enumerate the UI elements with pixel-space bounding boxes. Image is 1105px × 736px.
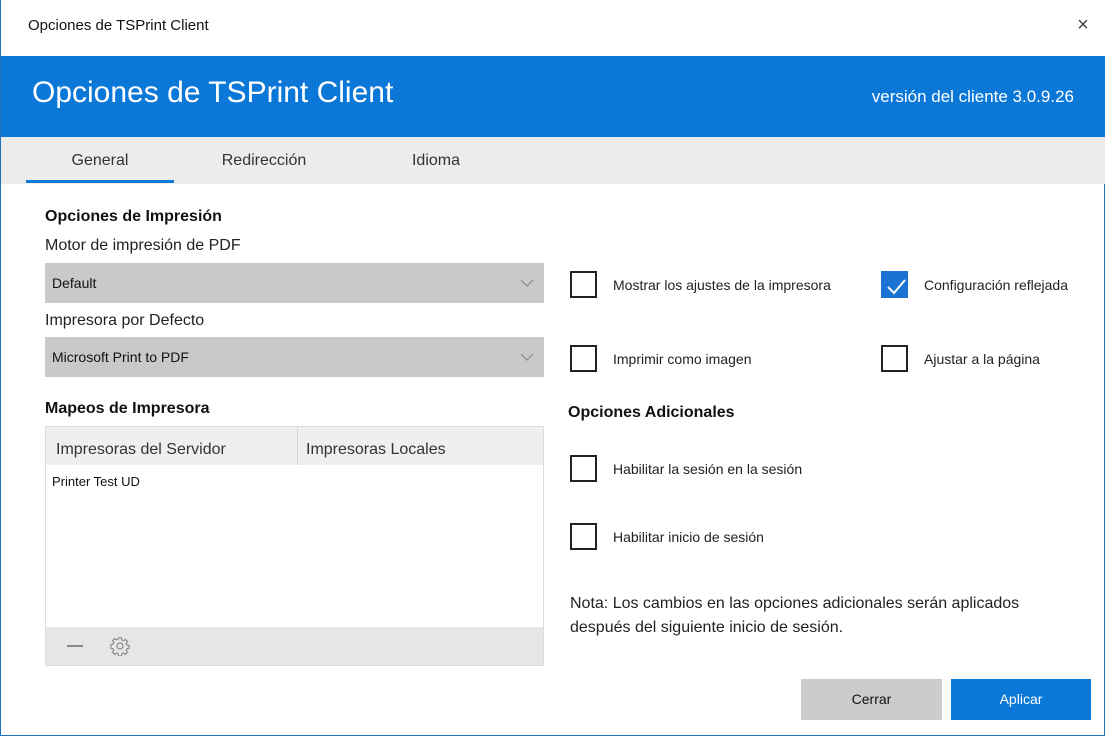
tab-general[interactable]: General <box>26 137 174 184</box>
show-printer-settings-checkbox[interactable] <box>570 271 597 298</box>
default-printer-value: Microsoft Print to PDF <box>52 349 189 365</box>
tab-redirection[interactable]: Redirección <box>194 137 334 184</box>
checkmark-icon <box>887 279 906 295</box>
pdf-engine-value: Default <box>52 275 97 291</box>
column-divider[interactable] <box>297 427 298 465</box>
default-printer-select[interactable]: Microsoft Print to PDF <box>45 337 544 377</box>
fit-to-page-checkbox[interactable] <box>881 345 908 372</box>
options-window: Opciones de TSPrint Client × Opciones de… <box>0 0 1105 736</box>
enable-login-checkbox[interactable] <box>570 523 597 550</box>
pdf-engine-select[interactable]: Default <box>45 263 544 303</box>
column-header-server[interactable]: Impresoras del Servidor <box>56 427 226 465</box>
default-printer-label: Impresora por Defecto <box>45 312 205 329</box>
header-banner: Opciones de TSPrint Client versión del c… <box>1 56 1105 137</box>
client-version: versión del cliente 3.0.9.26 <box>871 87 1074 106</box>
print-as-image-checkbox[interactable] <box>570 345 597 372</box>
fit-to-page-label: Ajustar a la página <box>924 351 1040 367</box>
apply-button[interactable]: Aplicar <box>951 679 1091 720</box>
session-in-session-label: Habilitar la sesión en la sesión <box>613 461 803 477</box>
pdf-engine-label: Motor de impresión de PDF <box>45 237 241 254</box>
title-bar: Opciones de TSPrint Client × <box>1 0 1105 56</box>
additional-options-note: Nota: Los cambios en las opciones adicio… <box>570 595 1020 636</box>
print-options-title: Opciones de Impresión <box>45 208 222 225</box>
session-in-session-checkbox[interactable] <box>570 455 597 482</box>
printer-mappings-table: Impresoras del Servidor Impresoras Local… <box>45 426 544 666</box>
table-header: Impresoras del Servidor Impresoras Local… <box>46 427 543 465</box>
gear-icon[interactable] <box>110 636 130 656</box>
mirrored-config-label: Configuración reflejada <box>924 277 1068 293</box>
chevron-down-icon <box>520 279 534 287</box>
column-header-local[interactable]: Impresoras Locales <box>306 427 446 465</box>
chevron-down-icon <box>520 353 534 361</box>
show-printer-settings-label: Mostrar los ajustes de la impresora <box>613 277 831 293</box>
printer-mappings-title: Mapeos de Impresora <box>45 400 210 417</box>
close-button[interactable]: Cerrar <box>801 679 942 720</box>
tab-language[interactable]: Idioma <box>361 137 511 184</box>
close-icon[interactable]: × <box>1070 12 1096 38</box>
window-title: Opciones de TSPrint Client <box>28 17 209 34</box>
enable-login-label: Habilitar inicio de sesión <box>613 529 764 545</box>
minus-icon[interactable] <box>67 645 83 647</box>
table-footer <box>46 627 543 665</box>
print-as-image-label: Imprimir como imagen <box>613 351 752 367</box>
additional-options-title: Opciones Adicionales <box>568 404 735 421</box>
mirrored-config-checkbox[interactable] <box>881 271 908 298</box>
page-title: Opciones de TSPrint Client <box>32 76 394 109</box>
tab-bar: General Redirección Idioma <box>1 137 1105 184</box>
table-row[interactable]: Printer Test UD <box>52 474 140 489</box>
